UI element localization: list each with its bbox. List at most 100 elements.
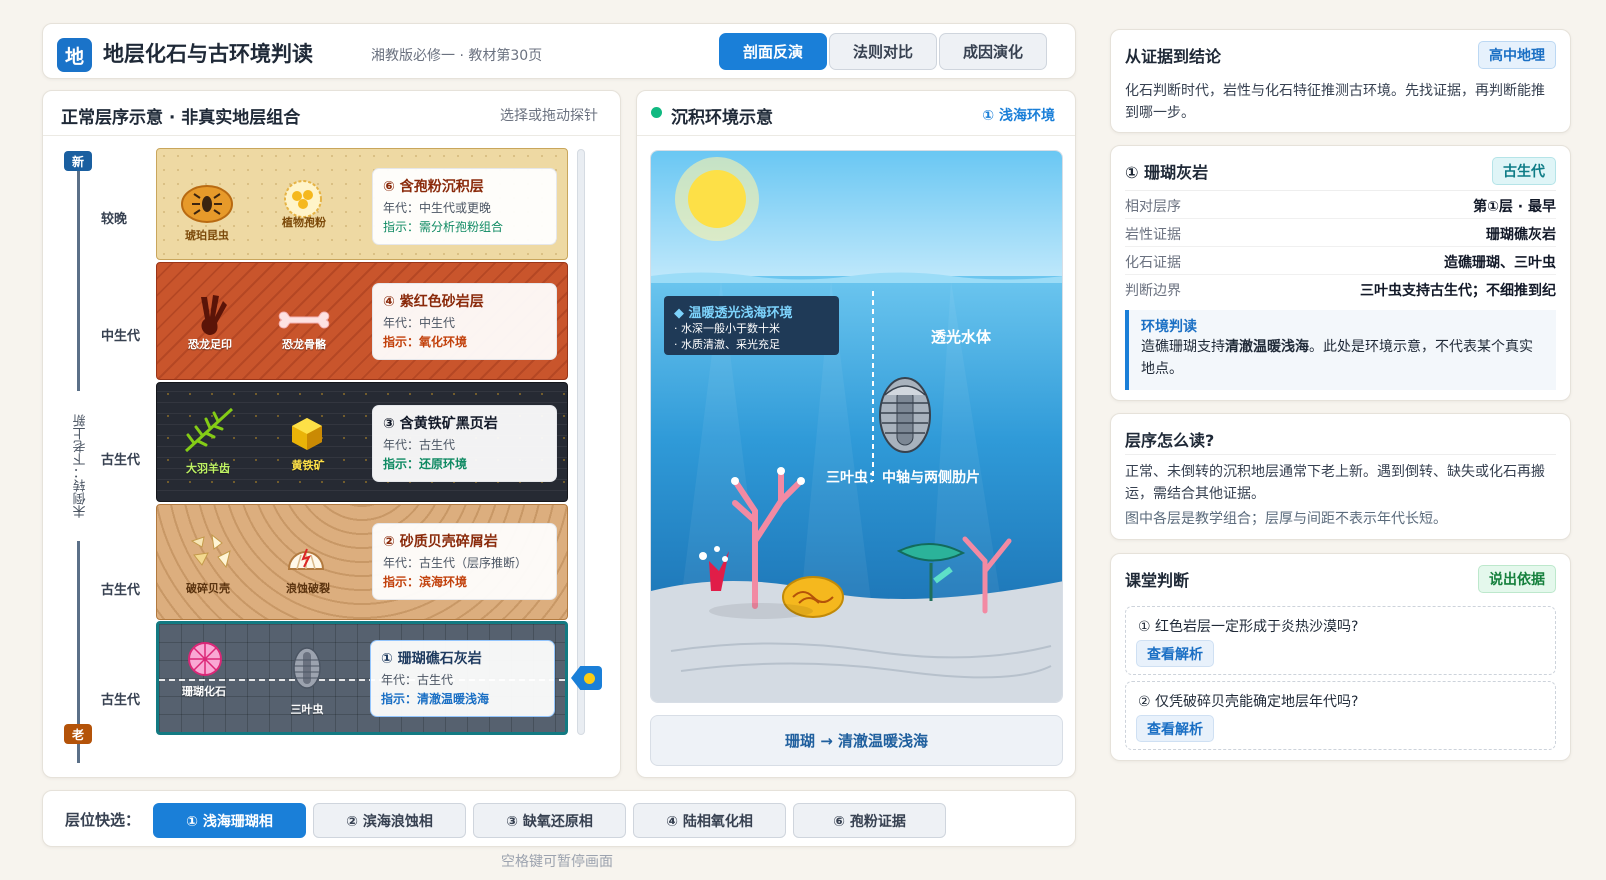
howto-title: 层序怎么读? — [1125, 431, 1215, 450]
layer-info-card: ② 砂质贝壳碎屑岩 年代：古生代（层序推断） 指示：滨海环境 — [372, 523, 557, 600]
quick-anoxic-reducing[interactable]: ③ 缺氧还原相 — [473, 803, 626, 838]
layer-age: 年代：古生代 — [381, 673, 454, 687]
judgement-title: 环境判读 — [1141, 319, 1197, 335]
pause-hint: 空格键可暂停画面 — [501, 854, 613, 870]
probe-handle[interactable] — [571, 666, 602, 690]
era-badge: 古生代 — [1492, 157, 1556, 185]
water-label: 透光水体 — [931, 328, 992, 346]
axis-label: 未倒转：下老上新 — [61, 391, 101, 541]
layer-name: ④ 紫红色砂岩层 — [383, 294, 484, 310]
axis-old-badge: 老 — [64, 724, 92, 744]
fossil-label: 三叶虫 — [290, 703, 324, 716]
layer-name: ① 珊瑚礁石灰岩 — [381, 651, 482, 667]
howto-card: 层序怎么读? 正常、未倒转的沉积地层通常下老上新。遇到倒转、缺失或化石再搬运，需… — [1110, 413, 1571, 540]
era-label: 古生代 — [101, 453, 141, 468]
quiz-title: 课堂判断 — [1125, 571, 1190, 590]
sea-scene-illustration — [651, 151, 1062, 702]
bone-icon — [278, 311, 330, 329]
probe-track[interactable] — [577, 149, 585, 735]
quiz-card: 课堂判断 说出依据 ① 红色岩层一定形成于炎热沙漠吗? 查看解析 ② 仅凭破碎贝… — [1110, 553, 1571, 761]
view-analysis-button[interactable]: 查看解析 — [1136, 640, 1214, 667]
amber-insect-icon — [181, 185, 233, 223]
coral-icon — [188, 642, 222, 676]
conclusion-banner: 珊瑚 → 清澈温暖浅海 — [650, 715, 1063, 766]
app-logo: 地 — [57, 38, 92, 72]
era-label: 中生代 — [101, 329, 141, 344]
evidence-title: 从证据到结论 — [1125, 47, 1222, 66]
page-title: 地层化石与古环境判读 — [103, 42, 313, 66]
layer-info-card: ④ 紫红色砂岩层 年代：中生代 指示：氧化环境 — [372, 283, 557, 360]
wave-fracture-fossil — [283, 535, 329, 576]
axis-new-badge: 新 — [64, 151, 92, 171]
stratum-layer-4[interactable]: 恐龙足印 恐龙骨骼 ④ 紫红色砂岩层 年代：中生代 指示：氧化环境 — [156, 262, 568, 380]
layer-indicator: 指示：清澈温暖浅海 — [381, 692, 490, 706]
era-label: 古生代 — [101, 583, 141, 598]
quiz-item: ① 红色岩层一定形成于炎热沙漠吗? 查看解析 — [1125, 606, 1556, 675]
quiz-question: ① 红色岩层一定形成于炎热沙漠吗? — [1138, 619, 1359, 635]
stratum-layer-3[interactable]: 大羽羊齿 黄铁矿 ③ 含黄铁矿黑页岩 年代：古生代 指示：还原环境 — [156, 382, 568, 502]
fossil-label: 大羽羊齿 — [186, 462, 230, 475]
environment-info-box: ◆ 温暖透光浅海环境 · 水深一般小于数十米 · 水质清澈、采光充足 — [664, 296, 839, 355]
fossil-label: 琥珀昆虫 — [185, 229, 229, 242]
layer-age: 年代：古生代 — [383, 438, 456, 452]
subject-badge: 高中地理 — [1478, 41, 1556, 69]
layer-info-card: ⑥ 含孢粉沉积层 年代：中生代或更晚 指示：需分析孢粉组合 — [372, 168, 557, 245]
layer-indicator: 指示：滨海环境 — [383, 575, 468, 589]
layer-age: 年代：中生代 — [383, 316, 456, 330]
environment-scene: ◆ 温暖透光浅海环境 · 水深一般小于数十米 · 水质清澈、采光充足 透光水体 … — [650, 150, 1063, 703]
layer-name: ③ 含黄铁矿黑页岩 — [383, 416, 498, 432]
footprint-icon — [201, 295, 227, 335]
layer-detail-card: ① 珊瑚灰岩 古生代 相对层序 第①层 · 最早 岩性证据 珊瑚礁灰岩 化石证据 造礁… — [1110, 145, 1571, 401]
fossil-label: 浪蚀破裂 — [286, 582, 330, 595]
glossopteris-fossil — [179, 405, 239, 458]
environment-panel: 沉积环境示意 ① 浅海环境 ◆ 温暖透光浅海环境 · 水深一般小于数十米 · 水… — [636, 90, 1076, 778]
detail-title: ① 珊瑚灰岩 — [1125, 163, 1209, 182]
tab-profile-inversion[interactable]: 剖面反演 — [719, 33, 827, 70]
quick-coastal-erosion[interactable]: ② 滨海浪蚀相 — [313, 803, 466, 838]
howto-text: 正常、未倒转的沉积地层通常下老上新。遇到倒转、缺失或化石再搬运，需结合其他证据。 — [1125, 464, 1545, 502]
dinosaur-footprint-fossil — [185, 293, 233, 340]
tab-law-comparison[interactable]: 法则对比 — [829, 33, 937, 70]
broken-shell-icon — [287, 548, 325, 570]
judgement-text: 造礁珊瑚支持清澈温暖浅海。此处是环境示意，不代表某个真实地点。 — [1141, 339, 1533, 377]
layer-indicator: 指示：氧化环境 — [383, 335, 468, 349]
layer-name: ② 砂质贝壳碎屑岩 — [383, 534, 498, 550]
info-line: · 水质清澈、采光充足 — [674, 338, 780, 351]
fern-icon — [184, 407, 234, 453]
quick-select-label: 层位快选： — [65, 811, 141, 829]
quiz-badge: 说出依据 — [1478, 565, 1556, 593]
era-label: 古生代 — [101, 693, 141, 708]
environment-judgement: 环境判读 造礁珊瑚支持清澈温暖浅海。此处是环境示意，不代表某个真实地点。 — [1125, 310, 1556, 390]
detail-row: 岩性证据 珊瑚礁灰岩 — [1125, 220, 1556, 247]
pyrite-icon — [292, 418, 322, 450]
page-subtitle: 湘教版必修一 · 教材第30页 — [371, 48, 543, 64]
shell-fragments-fossil — [183, 533, 237, 574]
stratum-layer-2[interactable]: 破碎贝壳 浪蚀破裂 ② 砂质贝壳碎屑岩 年代：古生代（层序推断） 指示：滨海环境 — [156, 504, 568, 620]
layer-indicator: 指示：还原环境 — [383, 457, 468, 471]
strata-panel-header: 正常层序示意 · 非真实地层组合 选择或拖动探针 — [43, 91, 620, 136]
status-dot — [651, 107, 662, 118]
layer-info-card: ③ 含黄铁矿黑页岩 年代：古生代 指示：还原环境 — [372, 405, 557, 482]
tab-origin-evolution[interactable]: 成因演化 — [939, 33, 1047, 70]
evidence-card: 从证据到结论 高中地理 化石判断时代，岩性与化石特征推测古环境。先找证据，再判断… — [1110, 29, 1571, 133]
quick-pollen-evidence[interactable]: ⑥ 孢粉证据 — [793, 803, 946, 838]
trilobite-label: 三叶虫：中轴与两侧肋片 — [826, 470, 980, 486]
evidence-text: 化石判断时代，岩性与化石特征推测古环境。先找证据，再判断能推到哪一步。 — [1125, 83, 1545, 121]
stratum-layer-6[interactable]: 琥珀昆虫 植物孢粉 ⑥ 含孢粉沉积层 年代：中生代或更晚 指示：需分析孢粉组合 — [156, 148, 568, 260]
layer-info-card: ① 珊瑚礁石灰岩 年代：古生代 指示：清澈温暖浅海 — [370, 640, 555, 717]
detail-row: 判断边界 三叶虫支持古生代；不细推到纪 — [1125, 283, 1556, 299]
fossil-label: 珊瑚化石 — [182, 685, 226, 698]
environment-tag: ① 浅海环境 — [982, 108, 1055, 124]
quiz-item: ② 仅凭破碎贝壳能确定地层年代吗? 查看解析 — [1125, 681, 1556, 750]
layer-age: 年代：古生代（层序推断） — [383, 556, 528, 570]
fossil-label: 破碎贝壳 — [186, 582, 230, 595]
view-analysis-button[interactable]: 查看解析 — [1136, 715, 1214, 742]
detail-row: 化石证据 造礁珊瑚、三叶虫 — [1125, 248, 1556, 275]
howto-note: 图中各层是教学组合；层厚与间距不表示年代长短。 — [1125, 511, 1447, 527]
stratum-layer-1-selected[interactable]: 珊瑚化石 三叶虫 ① 珊瑚礁石灰岩 年代：古生代 指示：清澈温暖浅海 — [156, 621, 568, 735]
info-title: ◆ 温暖透光浅海环境 — [674, 306, 793, 321]
quick-continental-oxidizing[interactable]: ④ 陆相氧化相 — [633, 803, 786, 838]
pyrite-mineral — [285, 416, 329, 455]
quick-shallow-coral[interactable]: ① 浅海珊瑚相 — [153, 803, 306, 838]
trilobite-fossil — [287, 646, 327, 693]
